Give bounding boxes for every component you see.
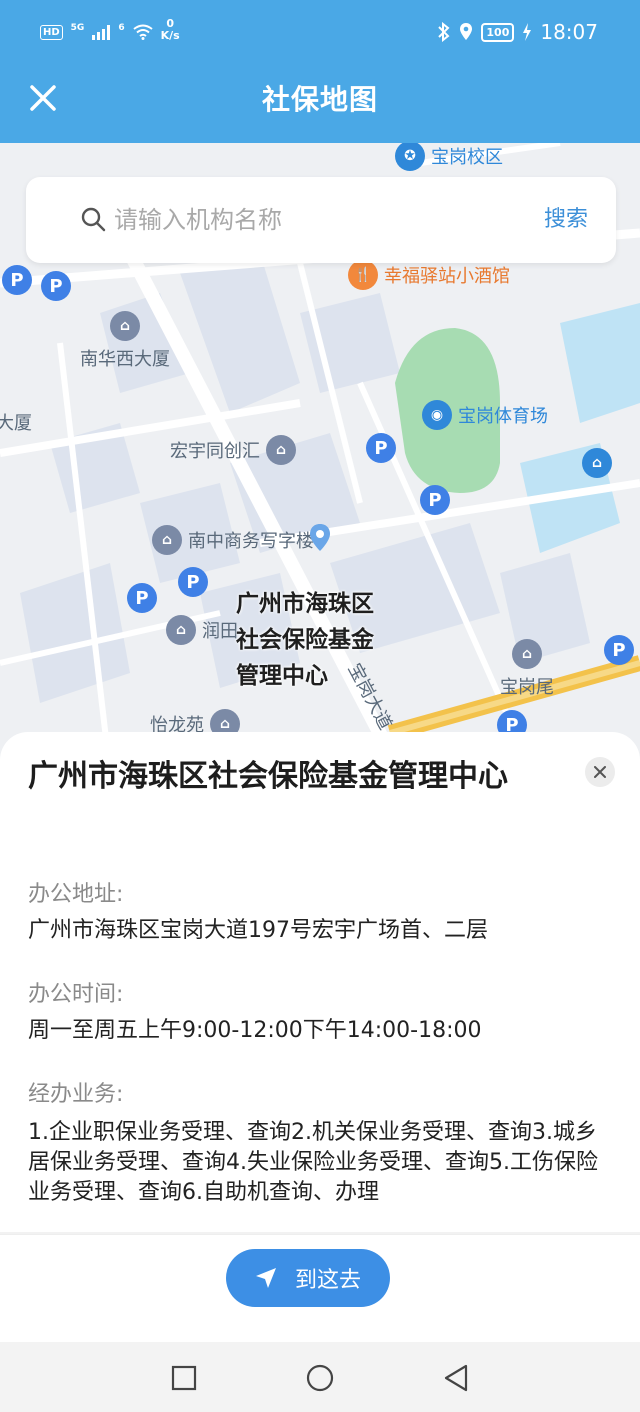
poi-hongyu-label: 宏宇同创汇 <box>170 441 260 462</box>
selected-location-label: 广州市海珠区 社会保险基金 管理中心 <box>236 586 374 694</box>
search-bar: 搜索 <box>26 177 616 263</box>
signal-icon <box>92 24 111 40</box>
hd-badge: HD <box>40 24 63 40</box>
services-value: 1.企业职保业务受理、查询2.机关保业务受理、查询3.城乡居保业务受理、查询4.… <box>28 1120 598 1205</box>
status-bar: HD 5G 6 0 K/s 100 18:07 <box>0 0 640 57</box>
action-bar: 到这去 <box>0 1234 640 1342</box>
selected-location-marker[interactable] <box>308 523 332 553</box>
navigate-button-label: 到这去 <box>294 1268 361 1293</box>
square-icon[interactable] <box>168 1362 200 1394</box>
parking-icon[interactable]: P <box>127 583 157 613</box>
selected-label-line-2: 社会保险基金 <box>236 627 374 653</box>
poi-school-label: 宝岗校区 <box>431 147 503 168</box>
selected-label-line-3: 管理中心 <box>236 663 328 689</box>
panel-close-button[interactable] <box>585 757 615 787</box>
charging-icon <box>523 23 532 41</box>
close-icon <box>594 766 606 778</box>
detail-panel: 广州市海珠区社会保险基金管理中心 办公地址: 广州市海珠区宝岗大道197号宏宇广… <box>0 732 640 1232</box>
institution-title: 广州市海珠区社会保险基金管理中心 <box>28 759 508 794</box>
poi-stadium[interactable]: ◉ 宝岗体育场 <box>422 400 548 430</box>
network-speed: 0 K/s <box>161 18 180 42</box>
parking-icon[interactable]: P <box>2 265 32 295</box>
bluetooth-icon <box>438 22 450 42</box>
clock: 18:07 <box>540 20 598 44</box>
poi-hotel[interactable]: 🍴 幸福驿站小酒馆 <box>348 260 510 290</box>
poi-baogangwei-label: 宝岗尾 <box>500 677 554 698</box>
app-bar: 社保地图 <box>0 57 640 143</box>
parking-icon[interactable]: P <box>366 433 396 463</box>
building-icon: ⌂ <box>110 311 140 341</box>
hours-label: 办公时间: <box>28 982 124 1007</box>
poi-nanhua-label: 南华西大厦 <box>80 349 170 370</box>
poi-runtian-label: 润田 <box>202 621 238 642</box>
wifi-gen: 6 <box>118 23 125 33</box>
parking-icon[interactable]: P <box>420 485 450 515</box>
poi-dasha[interactable]: 大厦 <box>0 409 32 435</box>
system-nav-bar <box>0 1342 640 1412</box>
stadium-icon: ◉ <box>422 400 452 430</box>
location-icon <box>460 23 473 40</box>
building-icon: ⌂ <box>512 639 542 669</box>
poi-hotel-label: 幸福驿站小酒馆 <box>384 266 510 287</box>
address-value: 广州市海珠区宝岗大道197号宏宇广场首、二层 <box>28 918 488 943</box>
poi-stadium-label: 宝岗体育场 <box>458 406 548 427</box>
hours-value: 周一至周五上午9:00-12:00下午14:00-18:00 <box>28 1018 482 1043</box>
poi-dasha-label: 大厦 <box>0 413 32 434</box>
poi-school[interactable]: ✪ 宝岗校区 <box>395 143 503 171</box>
school-icon: ✪ <box>395 143 425 171</box>
parking-icon[interactable]: P <box>178 567 208 597</box>
poi-runtian[interactable]: ⌂ 润田 <box>166 615 238 645</box>
poi-nanzhong-label: 南中商务写字楼 <box>188 531 314 552</box>
navigate-button[interactable]: 到这去 <box>226 1249 390 1307</box>
wifi-icon <box>132 24 153 40</box>
food-icon: 🍴 <box>348 260 378 290</box>
network-type: 5G <box>70 23 85 33</box>
building-icon: ⌂ <box>266 435 296 465</box>
search-icon <box>81 207 106 232</box>
parking-icon[interactable]: P <box>604 635 634 665</box>
building-icon: ⌂ <box>166 615 196 645</box>
speed-unit: K/s <box>160 29 180 42</box>
search-button[interactable]: 搜索 <box>544 177 588 263</box>
circle-icon[interactable] <box>304 1362 336 1394</box>
search-input[interactable] <box>114 177 514 263</box>
poi-hongyu[interactable]: 宏宇同创汇 ⌂ <box>170 435 296 465</box>
building-icon[interactable]: ⌂ <box>582 448 612 478</box>
triangle-back-icon[interactable] <box>440 1362 472 1394</box>
selected-label-line-1: 广州市海珠区 <box>236 591 374 617</box>
poi-nanzhong[interactable]: ⌂ 南中商务写字楼 <box>152 525 314 555</box>
status-right: 100 18:07 <box>437 20 598 44</box>
poi-nanhua[interactable]: ⌂ 南华西大厦 <box>80 311 170 371</box>
navigation-arrow-icon <box>255 1268 276 1288</box>
page-title: 社保地图 <box>261 83 378 116</box>
parking-icon[interactable]: P <box>41 271 71 301</box>
battery-icon: 100 <box>481 22 515 42</box>
poi-baogangwei[interactable]: ⌂ 宝岗尾 <box>500 639 554 699</box>
status-left: HD 5G 6 0 K/s <box>40 18 180 42</box>
office-icon: ⌂ <box>152 525 182 555</box>
services-label: 经办业务: <box>28 1082 124 1107</box>
address-label: 办公地址: <box>28 882 124 907</box>
